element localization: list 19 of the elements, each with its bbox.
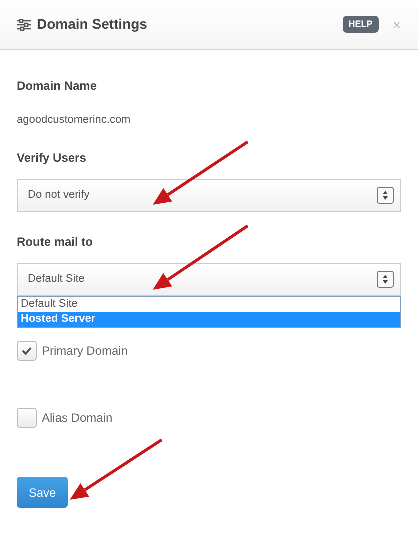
spinner-icon (377, 271, 394, 288)
spinner-icon (377, 187, 394, 204)
save-button[interactable]: Save (17, 477, 68, 508)
dropdown-option[interactable]: Hosted Server (18, 312, 400, 327)
help-button[interactable]: HELP (342, 16, 379, 34)
field-value: agoodcustomerinc.com (17, 113, 132, 128)
checkmark-icon (22, 347, 32, 355)
checkbox-label: Primary Domain (42, 343, 128, 360)
sliders-icon (17, 18, 31, 30)
dialog-title: Domain Settings (37, 15, 148, 34)
checkbox-label: Alias Domain (42, 410, 113, 427)
field-label: Route mail to (17, 234, 94, 250)
dropdown-option[interactable]: Default Site (18, 297, 400, 312)
select-field[interactable]: Do not verify (17, 179, 401, 212)
field-label: Domain Name (17, 78, 98, 94)
checkbox[interactable] (17, 341, 37, 361)
select-field[interactable]: Default Site (17, 263, 401, 296)
checkbox[interactable] (17, 408, 37, 428)
field-label: Verify Users (17, 150, 88, 166)
